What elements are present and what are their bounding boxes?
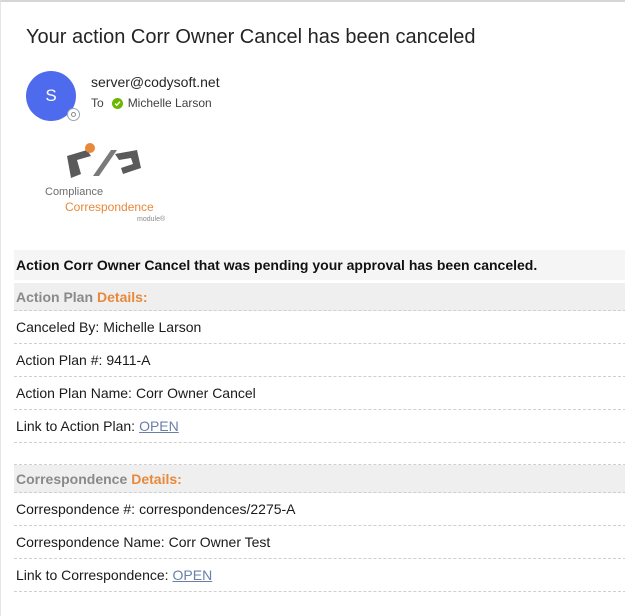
action-plan-heading-label: Action Plan	[16, 288, 94, 305]
presence-icon	[68, 109, 79, 120]
correspondence-heading: Correspondence Details:	[14, 465, 625, 493]
detail-label: Correspondence Name:	[16, 534, 165, 550]
compliance-correspondence-logo: Compliance Correspondence module®	[43, 142, 173, 232]
open-action-plan-link[interactable]: OPEN	[139, 418, 179, 434]
logo-mark-icon	[67, 143, 141, 178]
detail-value: 9411-A	[106, 352, 151, 368]
detail-row-action-plan-link: Link to Action Plan: OPEN	[14, 410, 625, 443]
detail-row-correspondence-number: Correspondence #: correspondences/2275-A	[14, 493, 625, 526]
detail-label: Action Plan #:	[16, 352, 103, 368]
detail-row-canceled-by: Canceled By: Michelle Larson	[14, 311, 625, 344]
avatar-initial: S	[45, 86, 57, 105]
detail-row-correspondence-name: Correspondence Name: Corr Owner Test	[14, 526, 625, 559]
open-correspondence-link[interactable]: OPEN	[173, 567, 213, 583]
detail-label: Correspondence #:	[16, 501, 136, 517]
section-spacer	[14, 443, 625, 465]
recipient-name[interactable]: Michelle Larson	[128, 96, 212, 110]
detail-label: Link to Correspondence:	[16, 567, 169, 583]
check-circle-icon	[111, 97, 123, 109]
detail-label: Action Plan Name:	[16, 385, 132, 401]
action-plan-heading: Action Plan Details:	[14, 283, 625, 311]
detail-value: Corr Owner Test	[168, 534, 271, 550]
detail-label: Canceled By:	[16, 319, 100, 335]
correspondence-heading-label: Correspondence	[16, 470, 128, 487]
sender-address[interactable]: server@codysoft.net	[91, 74, 220, 90]
detail-row-action-plan-number: Action Plan #: 9411-A	[14, 344, 625, 377]
email-reading-pane: Your action Corr Owner Cancel has been c…	[0, 0, 625, 616]
detail-row-action-plan-name: Action Plan Name: Corr Owner Cancel	[14, 377, 625, 410]
action-plan-heading-accent: Details:	[97, 288, 148, 305]
detail-row-correspondence-link: Link to Correspondence: OPEN	[14, 559, 625, 592]
logo-line-correspondence: Correspondence	[65, 200, 154, 214]
logo-line-compliance: Compliance	[45, 186, 104, 198]
cancel-banner: Action Corr Owner Cancel that was pendin…	[14, 250, 625, 280]
email-subject: Your action Corr Owner Cancel has been c…	[26, 26, 476, 48]
detail-value: Michelle Larson	[103, 319, 202, 335]
email-body: Action Corr Owner Cancel that was pendin…	[14, 250, 625, 592]
detail-value: Corr Owner Cancel	[135, 385, 256, 401]
detail-label: Link to Action Plan:	[16, 418, 136, 434]
detail-value: correspondences/2275-A	[139, 501, 296, 517]
correspondence-heading-accent: Details:	[131, 470, 182, 487]
recipients-line: To Michelle Larson	[91, 96, 212, 110]
logo-line-module: module®	[137, 216, 166, 223]
to-label: To	[91, 96, 104, 110]
sender-avatar[interactable]: S	[26, 71, 79, 121]
